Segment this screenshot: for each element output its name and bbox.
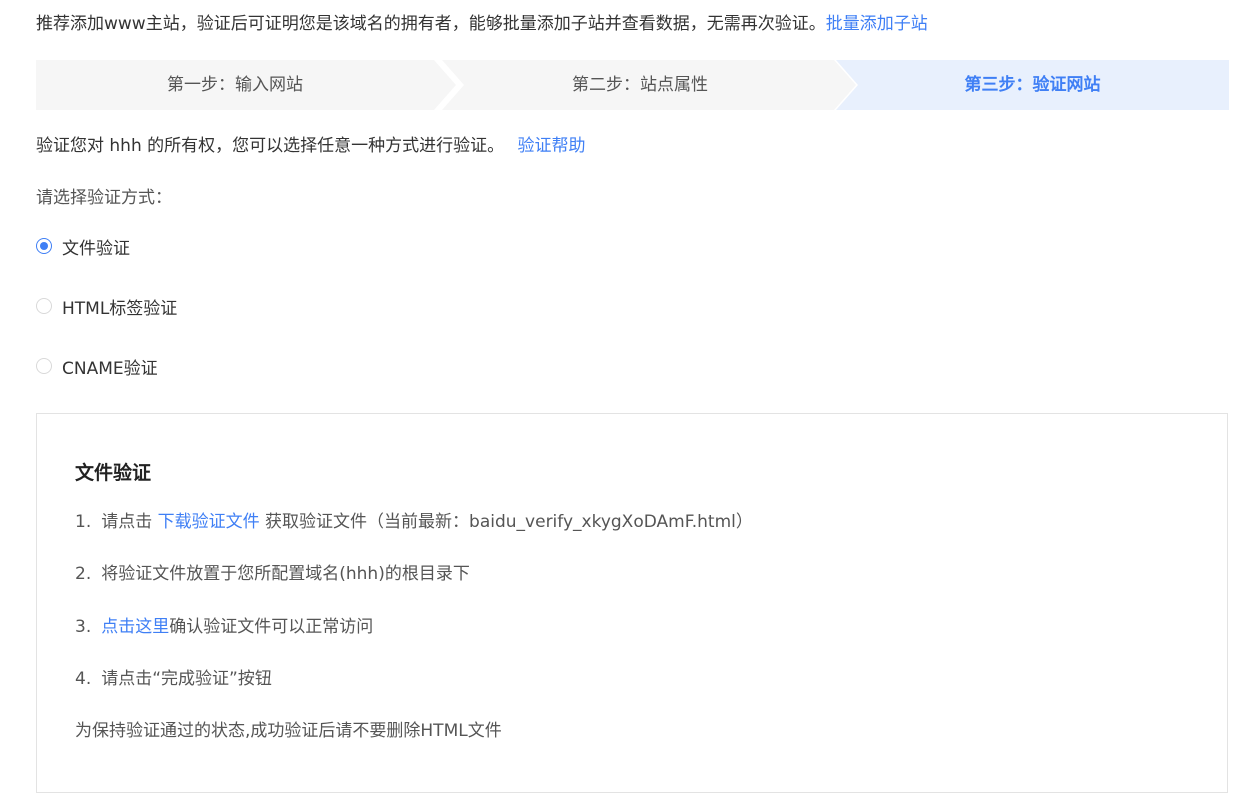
method-file-label: 文件验证 bbox=[62, 238, 130, 259]
instruction-step-3: 3. 点击这里确认验证文件可以正常访问 bbox=[75, 615, 373, 639]
keep-file-note: 为保持验证通过的状态,成功验证后请不要删除HTML文件 bbox=[75, 721, 502, 741]
method-option-html-tag[interactable]: HTML标签验证 bbox=[36, 294, 178, 319]
step-3-number: 3. bbox=[75, 617, 92, 637]
step-1-label: 第一步：输入网站 bbox=[167, 75, 303, 95]
method-option-file[interactable]: 文件验证 bbox=[36, 234, 130, 259]
step-1-post-text: 获取验证文件（当前最新：baidu_verify_xkygXoDAmF.html… bbox=[265, 512, 753, 532]
instruction-step-4: 4. 请点击“完成验证”按钮 bbox=[75, 667, 272, 691]
download-verify-file-link[interactable]: 下载验证文件 bbox=[158, 512, 260, 532]
batch-add-subsites-link[interactable]: 批量添加子站 bbox=[826, 14, 928, 34]
step-1-pre-text: 请点击 bbox=[101, 512, 153, 532]
verify-tip-text: 验证您对 hhh 的所有权，您可以选择任意一种方式进行验证。 bbox=[36, 136, 505, 156]
step-progress-bar: 第一步：输入网站 第二步：站点属性 第三步：验证网站 bbox=[36, 60, 1229, 110]
method-html-tag-label: HTML标签验证 bbox=[62, 298, 178, 319]
choose-method-label: 请选择验证方式： bbox=[36, 188, 172, 208]
radio-html-tag-verification[interactable] bbox=[36, 298, 52, 314]
method-cname-label: CNAME验证 bbox=[62, 358, 158, 379]
file-verification-panel: 文件验证 1. 请点击 下载验证文件 获取验证文件（当前最新：baidu_veri… bbox=[36, 413, 1228, 793]
click-here-link[interactable]: 点击这里 bbox=[101, 617, 169, 637]
step-2-number: 2. bbox=[75, 564, 92, 584]
step-2-label: 第二步：站点属性 bbox=[572, 75, 708, 95]
instruction-step-2: 2. 将验证文件放置于您所配置域名(hhh)的根目录下 bbox=[75, 562, 470, 586]
verify-help-link[interactable]: 验证帮助 bbox=[518, 136, 586, 156]
step-4-number: 4. bbox=[75, 669, 92, 689]
step-4-text: 请点击“完成验证”按钮 bbox=[101, 669, 272, 689]
instruction-step-1: 1. 请点击 下载验证文件 获取验证文件（当前最新：baidu_verify_xk… bbox=[75, 510, 753, 534]
step-2-text: 将验证文件放置于您所配置域名(hhh)的根目录下 bbox=[101, 564, 470, 584]
step-1-number: 1. bbox=[75, 512, 92, 532]
verify-ownership-tip: 验证您对 hhh 的所有权，您可以选择任意一种方式进行验证。 验证帮助 bbox=[36, 134, 586, 158]
top-tip-text: 推荐添加www主站，验证后可证明您是该域名的拥有者，能够批量添加子站并查看数据，… bbox=[36, 14, 826, 34]
method-option-cname[interactable]: CNAME验证 bbox=[36, 354, 158, 379]
panel-title: 文件验证 bbox=[75, 462, 152, 484]
step-3-post-text: 确认验证文件可以正常访问 bbox=[169, 617, 374, 637]
step-3-label: 第三步：验证网站 bbox=[964, 75, 1101, 95]
radio-file-verification[interactable] bbox=[36, 238, 52, 254]
radio-cname-verification[interactable] bbox=[36, 358, 52, 374]
top-tip: 推荐添加www主站，验证后可证明您是该域名的拥有者，能够批量添加子站并查看数据，… bbox=[36, 12, 928, 36]
